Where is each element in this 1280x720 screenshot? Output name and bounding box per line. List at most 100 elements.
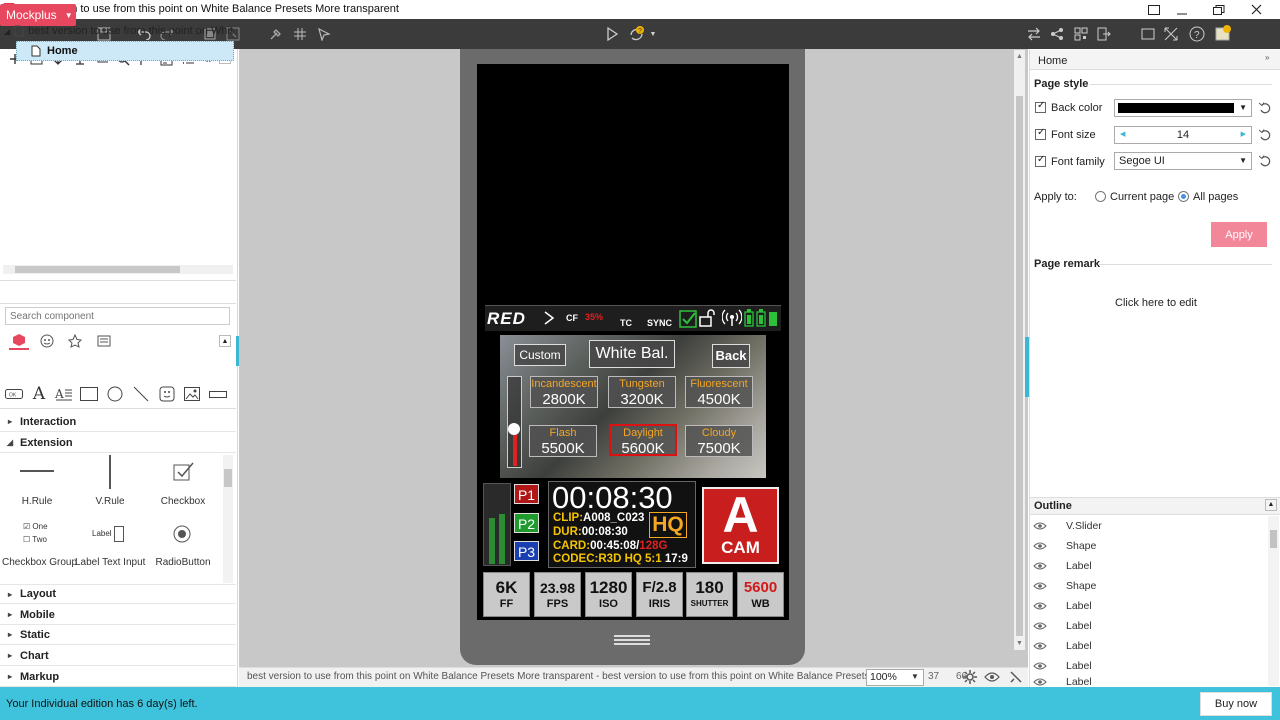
increase-icon[interactable]: ▶ — [1241, 127, 1246, 143]
category-interaction[interactable]: ▸ Interaction — [0, 412, 236, 432]
tree-horizontal-scrollbar[interactable] — [3, 265, 233, 274]
reset-icon[interactable] — [1258, 101, 1272, 115]
outline-item[interactable]: V.Slider — [1030, 516, 1268, 536]
back-color-checkbox[interactable] — [1035, 100, 1046, 113]
eye-icon[interactable] — [1033, 561, 1053, 571]
scroll-down-icon[interactable]: ▼ — [1016, 640, 1023, 647]
param-iso[interactable]: 1280 ISO — [585, 572, 632, 617]
tools-icon[interactable] — [1008, 669, 1024, 685]
eye-icon[interactable] — [1033, 661, 1053, 671]
buy-now-button[interactable]: Buy now — [1200, 692, 1272, 716]
tree-expand-icon[interactable]: ◢ — [4, 27, 10, 36]
param-fps[interactable]: 23.98 FPS — [534, 572, 581, 617]
wb-slider-knob[interactable] — [508, 423, 520, 435]
param-iris[interactable]: F/2.8 IRIS — [636, 572, 683, 617]
widget-label-text-input[interactable]: Label Label Text Input — [75, 514, 145, 568]
rectangle-component-icon[interactable] — [79, 385, 99, 403]
widget-checkbox-group[interactable]: ☑ One ☐ Two Checkbox Group — [2, 514, 77, 568]
font-size-stepper[interactable]: ◀ 14 ▶ — [1114, 126, 1252, 144]
preset-flash[interactable]: Flash 5500K — [529, 425, 597, 457]
widget-vrule[interactable]: V.Rule — [75, 453, 145, 507]
reset-icon[interactable] — [1258, 128, 1272, 142]
param-white-balance[interactable]: 5600 WB — [737, 572, 784, 617]
collapse-outline-icon[interactable]: ▲ — [1265, 499, 1277, 511]
component-search-input[interactable] — [5, 307, 230, 325]
icon-component-icon[interactable] — [157, 385, 177, 403]
eye-icon[interactable] — [1033, 521, 1053, 531]
minimize-button[interactable] — [1164, 0, 1200, 19]
export-icon[interactable] — [1094, 24, 1114, 44]
outline-item[interactable]: Label — [1030, 656, 1268, 676]
apply-button[interactable]: Apply — [1211, 222, 1267, 247]
close-button[interactable] — [1238, 0, 1274, 19]
preset-incandescent[interactable]: Incandescent 2800K — [530, 376, 598, 408]
restore-button[interactable] — [1201, 0, 1237, 19]
share-icon[interactable] — [1047, 24, 1067, 44]
button-component-icon[interactable]: OK — [4, 385, 24, 403]
scrollbar-thumb[interactable] — [15, 266, 180, 273]
input-component-icon[interactable] — [208, 385, 228, 403]
param-shutter[interactable]: 180 SHUTTER — [686, 572, 733, 617]
tab-favorites[interactable] — [65, 332, 85, 350]
widget-radio-button[interactable]: RadioButton — [148, 514, 218, 568]
category-chart[interactable]: ▸ Chart — [0, 646, 236, 666]
upgrade-icon[interactable] — [1213, 24, 1233, 44]
back-button[interactable]: Back — [712, 344, 750, 368]
outline-item[interactable]: Label — [1030, 556, 1268, 576]
font-size-checkbox[interactable] — [1035, 127, 1046, 140]
font-family-select[interactable]: Segoe UI ▼ — [1114, 152, 1252, 170]
category-static[interactable]: ▸ Static — [0, 625, 236, 645]
swap-icon[interactable] — [1024, 24, 1044, 44]
scrollbar-thumb[interactable] — [224, 469, 232, 487]
param-resolution[interactable]: 6K FF — [483, 572, 530, 617]
preset-fluorescent[interactable]: Fluorescent 4500K — [685, 376, 753, 408]
category-extension[interactable]: ◢ Extension — [0, 433, 236, 453]
decrease-icon[interactable]: ◀ — [1120, 127, 1125, 143]
widget-hrule[interactable]: H.Rule — [2, 453, 72, 507]
line-component-icon[interactable] — [131, 385, 151, 403]
grid-icon[interactable] — [290, 24, 310, 44]
outline-item[interactable]: Label — [1030, 596, 1268, 616]
eye-icon[interactable] — [984, 669, 1000, 685]
chevron-down-icon[interactable]: ▼ — [911, 672, 919, 681]
preset-p3-button[interactable]: P3 — [514, 541, 539, 561]
settings-icon[interactable] — [962, 669, 978, 685]
outline-item[interactable]: Label — [1030, 636, 1268, 656]
snap-icon[interactable] — [314, 24, 334, 44]
collapse-library-icon[interactable]: ▲ — [219, 335, 231, 347]
preset-daylight[interactable]: Daylight 5600K — [609, 424, 677, 457]
format-painter-icon[interactable] — [266, 24, 286, 44]
widget-checkbox[interactable]: Checkbox — [148, 453, 218, 507]
outline-item[interactable]: Shape — [1030, 576, 1268, 596]
help-icon[interactable]: ? — [1187, 24, 1207, 44]
tree-item-home[interactable]: Home — [16, 41, 234, 61]
preset-p1-button[interactable]: P1 — [514, 484, 539, 504]
eye-icon[interactable] — [1033, 677, 1053, 687]
tab-icons[interactable] — [37, 332, 57, 350]
chevron-down-icon[interactable]: ▼ — [648, 24, 658, 44]
back-color-picker[interactable]: ▼ — [1114, 99, 1252, 117]
font-family-checkbox[interactable] — [1035, 154, 1046, 167]
sync-icon[interactable]: ? — [626, 24, 646, 44]
page-remark-editor[interactable]: Click here to edit — [1115, 297, 1197, 309]
category-layout[interactable]: ▸ Layout — [0, 584, 236, 604]
tab-components[interactable] — [9, 332, 29, 350]
text-component-icon[interactable]: A — [29, 384, 49, 404]
qr-code-icon[interactable] — [1071, 24, 1091, 44]
tab-masters[interactable] — [94, 332, 114, 350]
all-pages-label[interactable]: All pages — [1193, 191, 1238, 203]
menu-handle-icon[interactable] — [614, 635, 650, 645]
outline-item[interactable]: Shape — [1030, 536, 1268, 556]
image-component-icon[interactable] — [182, 385, 202, 403]
eye-icon[interactable] — [1033, 601, 1053, 611]
frame-icon[interactable] — [1138, 24, 1158, 44]
paragraph-component-icon[interactable]: A — [54, 385, 74, 403]
current-page-label[interactable]: Current page — [1110, 191, 1174, 203]
preset-cloudy[interactable]: Cloudy 7500K — [685, 425, 753, 457]
circle-component-icon[interactable] — [105, 385, 125, 403]
preset-p2-button[interactable]: P2 — [514, 513, 539, 533]
scroll-up-icon[interactable]: ▲ — [1016, 53, 1023, 60]
current-page-radio[interactable] — [1095, 191, 1106, 202]
custom-button[interactable]: Custom — [514, 344, 566, 366]
tree-project-root[interactable]: ◢ best version to use from this point on… — [4, 22, 234, 40]
